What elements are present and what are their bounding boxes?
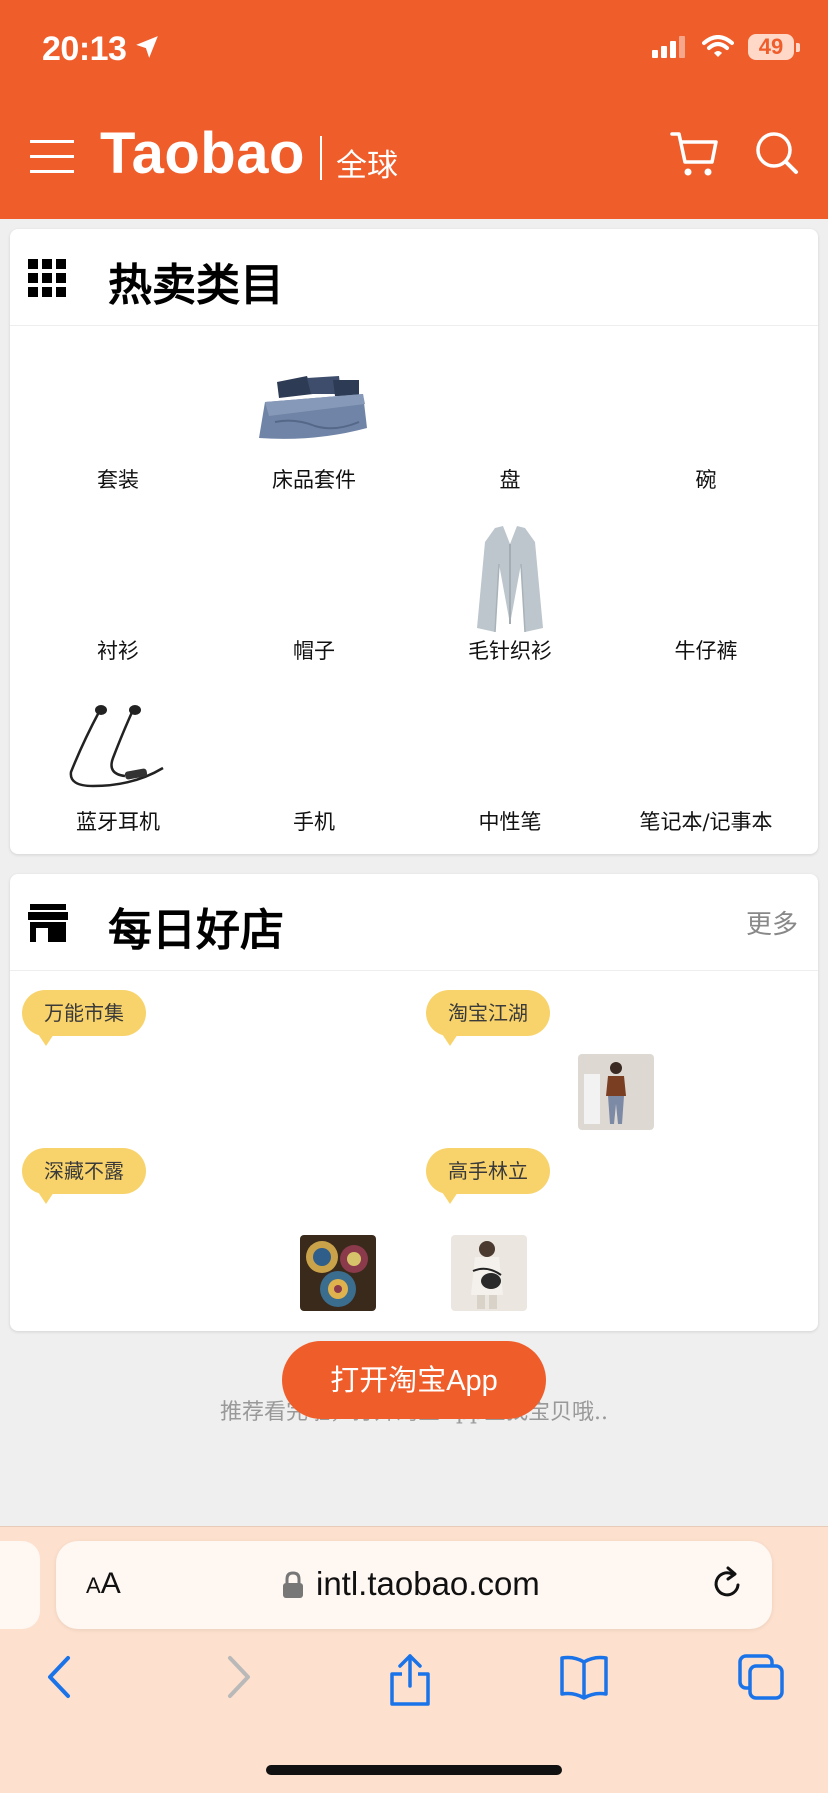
open-taobao-app-button[interactable]: 打开淘宝App	[282, 1341, 546, 1419]
daily-shops-title: 每日好店	[108, 905, 284, 956]
category-item[interactable]: 毛针织衫	[412, 497, 608, 668]
grid-icon	[28, 259, 66, 297]
daily-shops-card: 每日好店 更多 万能市集 淘宝江湖 深藏不露 高手林立	[10, 874, 818, 1331]
text-size-button[interactable]: AA	[86, 1567, 121, 1601]
hamburger-menu-icon[interactable]	[30, 140, 74, 174]
hot-categories-header: 热卖类目	[10, 229, 818, 326]
category-label: 手机	[293, 810, 335, 834]
shop-tag[interactable]: 淘宝江湖	[426, 990, 550, 1046]
app-header: 20:13 49 Taobao 全球	[0, 0, 828, 219]
lock-icon	[283, 1571, 303, 1598]
url-text[interactable]: intl.taobao.com	[316, 1565, 540, 1603]
category-item[interactable]: 盘	[412, 326, 608, 497]
shop-tag[interactable]: 深藏不露	[22, 1148, 146, 1204]
category-label: 套装	[97, 468, 139, 492]
signal-icon	[652, 36, 685, 58]
category-item[interactable]: 中性笔	[412, 668, 608, 839]
logo-region-label: 全球	[336, 148, 398, 183]
shop-tag[interactable]: 万能市集	[22, 990, 146, 1046]
category-label: 蓝牙耳机	[76, 810, 160, 834]
back-icon[interactable]	[40, 1652, 80, 1702]
taobao-logo[interactable]: Taobao	[100, 120, 305, 187]
shop-product-image[interactable]	[300, 1235, 376, 1311]
tabs-icon[interactable]	[736, 1652, 786, 1702]
location-arrow-icon	[136, 36, 158, 58]
category-label: 牛仔裤	[674, 639, 738, 663]
bookmarks-icon[interactable]	[558, 1652, 610, 1702]
address-bar[interactable]: AA intl.taobao.com	[56, 1541, 772, 1629]
bedding-image	[254, 354, 374, 462]
category-grid: 套装 床品套件 盘 碗 衬衫 帽子 毛针织衫 牛仔裤 蓝牙耳机 手机 中性笔 笔…	[10, 326, 818, 839]
battery-level: 49	[758, 34, 784, 59]
category-item[interactable]: 牛仔裤	[608, 497, 804, 668]
daily-shops-header: 每日好店 更多	[10, 874, 818, 971]
category-item[interactable]: 碗	[608, 326, 804, 497]
category-label: 帽子	[293, 639, 335, 663]
category-item[interactable]: 笔记本/记事本	[608, 668, 804, 839]
category-item[interactable]: 衬衫	[20, 497, 216, 668]
category-label: 衬衫	[97, 639, 139, 663]
shop-tag[interactable]: 高手林立	[426, 1148, 550, 1204]
logo-divider	[320, 136, 322, 180]
category-label: 笔记本/记事本	[639, 810, 773, 834]
category-item[interactable]: 手机	[216, 668, 412, 839]
cardigan-image	[450, 525, 570, 633]
earphones-image	[58, 696, 178, 804]
category-label: 碗	[695, 468, 717, 492]
forward-icon[interactable]	[218, 1652, 258, 1702]
category-label: 毛针织衫	[468, 639, 552, 663]
category-label: 床品套件	[272, 468, 356, 492]
home-indicator	[266, 1765, 562, 1775]
category-item[interactable]: 帽子	[216, 497, 412, 668]
battery-indicator: 49	[748, 34, 800, 60]
category-item[interactable]: 套装	[20, 326, 216, 497]
status-indicators: 49	[652, 34, 800, 60]
status-time: 20:13	[42, 30, 127, 68]
shop-product-image[interactable]	[451, 1235, 527, 1311]
category-item[interactable]: 床品套件	[216, 326, 412, 497]
category-item[interactable]: 蓝牙耳机	[20, 668, 216, 839]
shop-product-image[interactable]	[578, 1054, 654, 1130]
hot-categories-card: 热卖类目 套装 床品套件 盘 碗 衬衫 帽子 毛针织衫 牛仔裤 蓝牙耳机 手机 …	[10, 229, 818, 854]
category-label: 中性笔	[478, 810, 542, 834]
reload-icon[interactable]	[708, 1565, 746, 1603]
search-icon[interactable]	[754, 130, 800, 176]
previous-tab-peek[interactable]	[0, 1541, 40, 1629]
cart-icon[interactable]	[668, 128, 720, 180]
wifi-icon	[702, 35, 734, 57]
category-label: 盘	[499, 468, 521, 492]
hot-categories-title: 热卖类目	[108, 260, 284, 311]
shop-icon	[28, 904, 68, 942]
share-icon[interactable]	[388, 1652, 432, 1706]
more-shops-link[interactable]: 更多	[746, 904, 798, 941]
